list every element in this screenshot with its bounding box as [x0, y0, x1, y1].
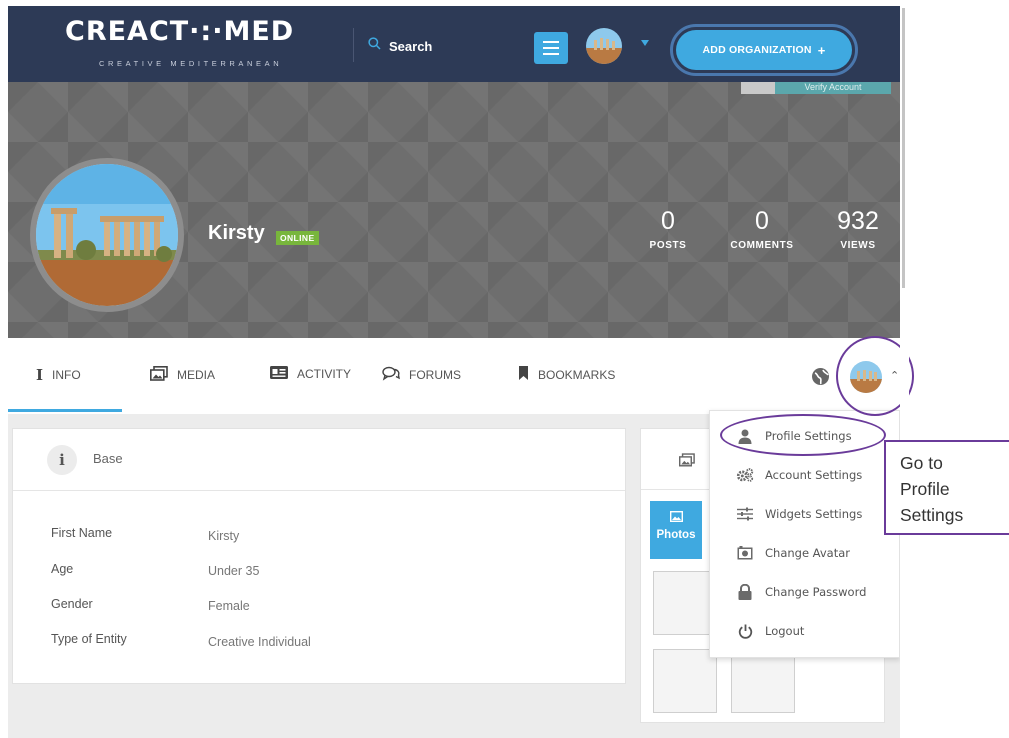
gears-icon [736, 466, 754, 484]
callout-line: Go to [900, 453, 943, 473]
images-icon [679, 453, 695, 472]
info-icon: i [47, 445, 77, 475]
verify-account-label: Verify Account [804, 82, 862, 92]
cover-button-secondary[interactable] [741, 82, 775, 94]
search-box[interactable]: Search [368, 36, 432, 56]
field-label-gender: Gender [51, 597, 93, 611]
menu-item-label: Change Password [765, 585, 867, 599]
lock-icon [736, 583, 754, 601]
header-divider [353, 28, 354, 62]
field-label-entity-type: Type of Entity [51, 632, 127, 646]
photo-thumbnail[interactable] [653, 571, 717, 635]
base-info-card: i Base First Name Kirsty Age Under 35 Ge… [12, 428, 626, 684]
header-user-avatar[interactable] [586, 28, 622, 64]
tab-bookmarks[interactable]: BOOKMARKS [518, 366, 615, 383]
hamburger-menu-button[interactable] [534, 32, 568, 64]
field-value-entity-type: Creative Individual [208, 635, 311, 649]
field-value-gender: Female [208, 599, 250, 613]
photos-label: Photos [656, 529, 696, 541]
tab-bookmarks-label: BOOKMARKS [538, 367, 616, 382]
id-card-icon [270, 366, 288, 382]
images-icon [150, 366, 168, 384]
image-icon [650, 510, 702, 525]
menu-item-label: Logout [765, 624, 805, 638]
tab-info-label: INFO [52, 368, 81, 382]
tab-forums[interactable]: FORUMS [382, 366, 461, 384]
views-count: 932 [837, 207, 879, 235]
tab-forums-label: FORUMS [409, 368, 461, 382]
tab-activity[interactable]: ACTIVITY [270, 366, 351, 382]
photo-thumbnail[interactable] [731, 649, 795, 713]
top-navbar: CREACT·:·MED CREATIVE MEDITERRANEAN Sear… [8, 6, 900, 82]
search-icon [368, 37, 381, 55]
menu-item-change-password[interactable]: Change Password [710, 577, 899, 607]
logo-tagline: CREATIVE MEDITERRANEAN [99, 59, 283, 68]
plus-icon: + [817, 42, 826, 58]
photo-thumbnail[interactable] [653, 649, 717, 713]
menu-item-label: Account Settings [765, 468, 863, 482]
caret-down-icon[interactable] [641, 40, 649, 46]
hamburger-icon-bar [543, 53, 559, 55]
camera-icon [736, 544, 754, 562]
sliders-icon [736, 505, 754, 523]
stat-views: 932 VIEWS [818, 206, 898, 251]
page-scrollbar-thumb[interactable] [902, 8, 905, 288]
field-value-age: Under 35 [208, 564, 260, 578]
menu-item-widgets-settings[interactable]: Widgets Settings [710, 499, 899, 529]
annotation-callout: Go to Profile Settings [884, 440, 1009, 535]
chat-bubbles-icon [382, 366, 400, 384]
power-icon [736, 622, 754, 640]
annotation-circle-profile-settings [720, 414, 886, 456]
field-value-first-name: Kirsty [208, 529, 240, 543]
photos-button[interactable]: Photos [650, 501, 702, 559]
menu-item-logout[interactable]: Logout [710, 616, 899, 646]
active-tab-indicator [8, 409, 122, 412]
views-label: VIEWS [840, 240, 876, 251]
tab-media-label: MEDIA [177, 368, 216, 382]
menu-item-change-avatar[interactable]: Change Avatar [710, 538, 899, 568]
profile-name: Kirsty [208, 222, 265, 244]
search-label: Search [389, 38, 433, 54]
bookmark-icon [518, 366, 529, 383]
info-icon: i [36, 366, 44, 384]
comments-label: COMMENTS [730, 240, 794, 251]
hamburger-icon-bar [543, 41, 559, 43]
tab-media[interactable]: MEDIA [150, 366, 215, 384]
posts-label: POSTS [649, 240, 687, 251]
field-label-age: Age [51, 562, 74, 576]
profile-cover: Verify Account Kirsty ONLINE 0 POSTS 0 C [8, 82, 900, 338]
stat-posts: 0 POSTS [628, 206, 708, 251]
hamburger-icon-bar [543, 47, 559, 49]
profile-tabs: i INFO MEDIA ACTIVITY FORUMS BOOKMARKS [8, 338, 900, 414]
callout-line: Profile [900, 479, 950, 499]
comments-count: 0 [755, 207, 769, 235]
field-label-first-name: First Name [51, 526, 113, 540]
stat-comments: 0 COMMENTS [722, 206, 802, 251]
posts-count: 0 [661, 207, 675, 235]
callout-line: Settings [900, 505, 964, 525]
profile-avatar[interactable] [30, 158, 184, 312]
base-card-title: Base [93, 451, 123, 466]
online-status-badge: ONLINE [276, 231, 319, 245]
add-organization-button[interactable]: ADD ORGANIZATION + [670, 24, 858, 76]
tab-info[interactable]: i INFO [36, 366, 81, 384]
tab-activity-label: ACTIVITY [297, 367, 352, 381]
menu-item-account-settings[interactable]: Account Settings [710, 460, 899, 490]
verify-account-button[interactable]: Verify Account [775, 82, 891, 94]
menu-item-label: Widgets Settings [765, 507, 863, 521]
site-logo[interactable]: CREACT·:·MED CREATIVE MEDITERRANEAN [65, 16, 305, 76]
privacy-globe-icon[interactable] [812, 368, 829, 385]
add-organization-label: ADD ORGANIZATION [702, 44, 812, 56]
logo-text: CREACT·:·MED [65, 16, 295, 47]
base-card-header: i Base [13, 429, 625, 491]
menu-item-label: Change Avatar [765, 546, 851, 560]
